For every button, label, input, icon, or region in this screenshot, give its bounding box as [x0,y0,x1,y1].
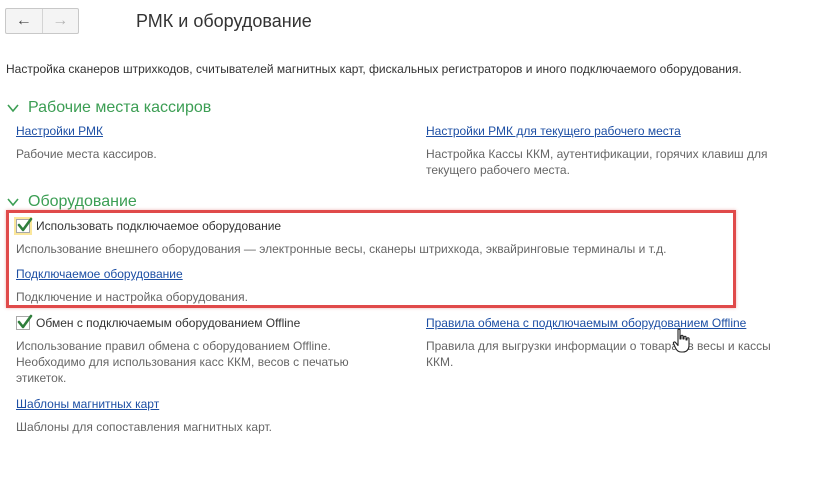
rmk-current-workplace-link[interactable]: Настройки РМК для текущего рабочего мест… [426,124,681,138]
offline-exchange-hint-line3: этикеток. [16,371,67,385]
chevron-down-icon [7,198,19,207]
offline-rules-hint-line2: ККМ. [426,355,454,369]
section-title: Оборудование [28,193,137,210]
rmk-current-workplace-hint-line2: текущего рабочего места. [426,163,570,177]
use-equipment-checkbox-row[interactable]: Использовать подключаемое оборудование [14,217,282,235]
rmk-settings-link[interactable]: Настройки РМК [16,124,103,138]
offline-rules-link[interactable]: Правила обмена с подключаемым оборудован… [426,316,746,330]
hand-pointer-cursor-icon [672,328,690,353]
checkmark-icon [17,314,33,329]
offline-exchange-checkbox[interactable] [16,314,33,330]
connected-equipment-link[interactable]: Подключаемое оборудование [16,267,183,281]
rmk-current-workplace-hint-line1: Настройка Кассы ККМ, аутентификации, гор… [426,147,768,161]
rmk-settings-hint: Рабочие места кассиров. [16,147,157,161]
offline-rules-hint-line1: Правила для выгрузки информации о товара… [426,339,771,353]
magnetic-card-templates-hint: Шаблоны для сопоставления магнитных карт… [16,420,273,434]
arrow-left-icon: ← [15,12,32,29]
connected-equipment-hint: Подключение и настройка оборудования. [16,290,248,304]
navigation-buttons: ← → [5,8,79,34]
checkbox-focus [14,217,33,235]
use-equipment-label: Использовать подключаемое оборудование [36,219,282,233]
arrow-right-icon: → [52,12,69,29]
offline-exchange-label: Обмен с подключаемым оборудованием Offli… [36,316,301,330]
magnetic-card-templates-link[interactable]: Шаблоны магнитных карт [16,397,159,411]
checkmark-icon [17,217,33,232]
section-equipment[interactable]: Оборудование [6,192,137,212]
offline-exchange-hint-line1: Использование правил обмена с оборудован… [16,339,331,353]
use-equipment-checkbox[interactable] [16,217,33,233]
back-button[interactable]: ← [6,9,43,33]
page-title: РМК и оборудование [136,11,312,31]
use-equipment-hint: Использование внешнего оборудования — эл… [16,242,667,256]
page-description: Настройка сканеров штрихкодов, считывате… [6,62,742,76]
forward-button[interactable]: → [43,9,79,33]
offline-exchange-checkbox-row[interactable]: Обмен с подключаемым оборудованием Offli… [16,314,301,330]
section-cashier-workplaces[interactable]: Рабочие места кассиров [6,98,211,118]
offline-exchange-hint-line2: Необходимо для использования касс ККМ, в… [16,355,349,369]
section-title: Рабочие места кассиров [28,99,212,116]
chevron-down-icon [7,104,19,113]
